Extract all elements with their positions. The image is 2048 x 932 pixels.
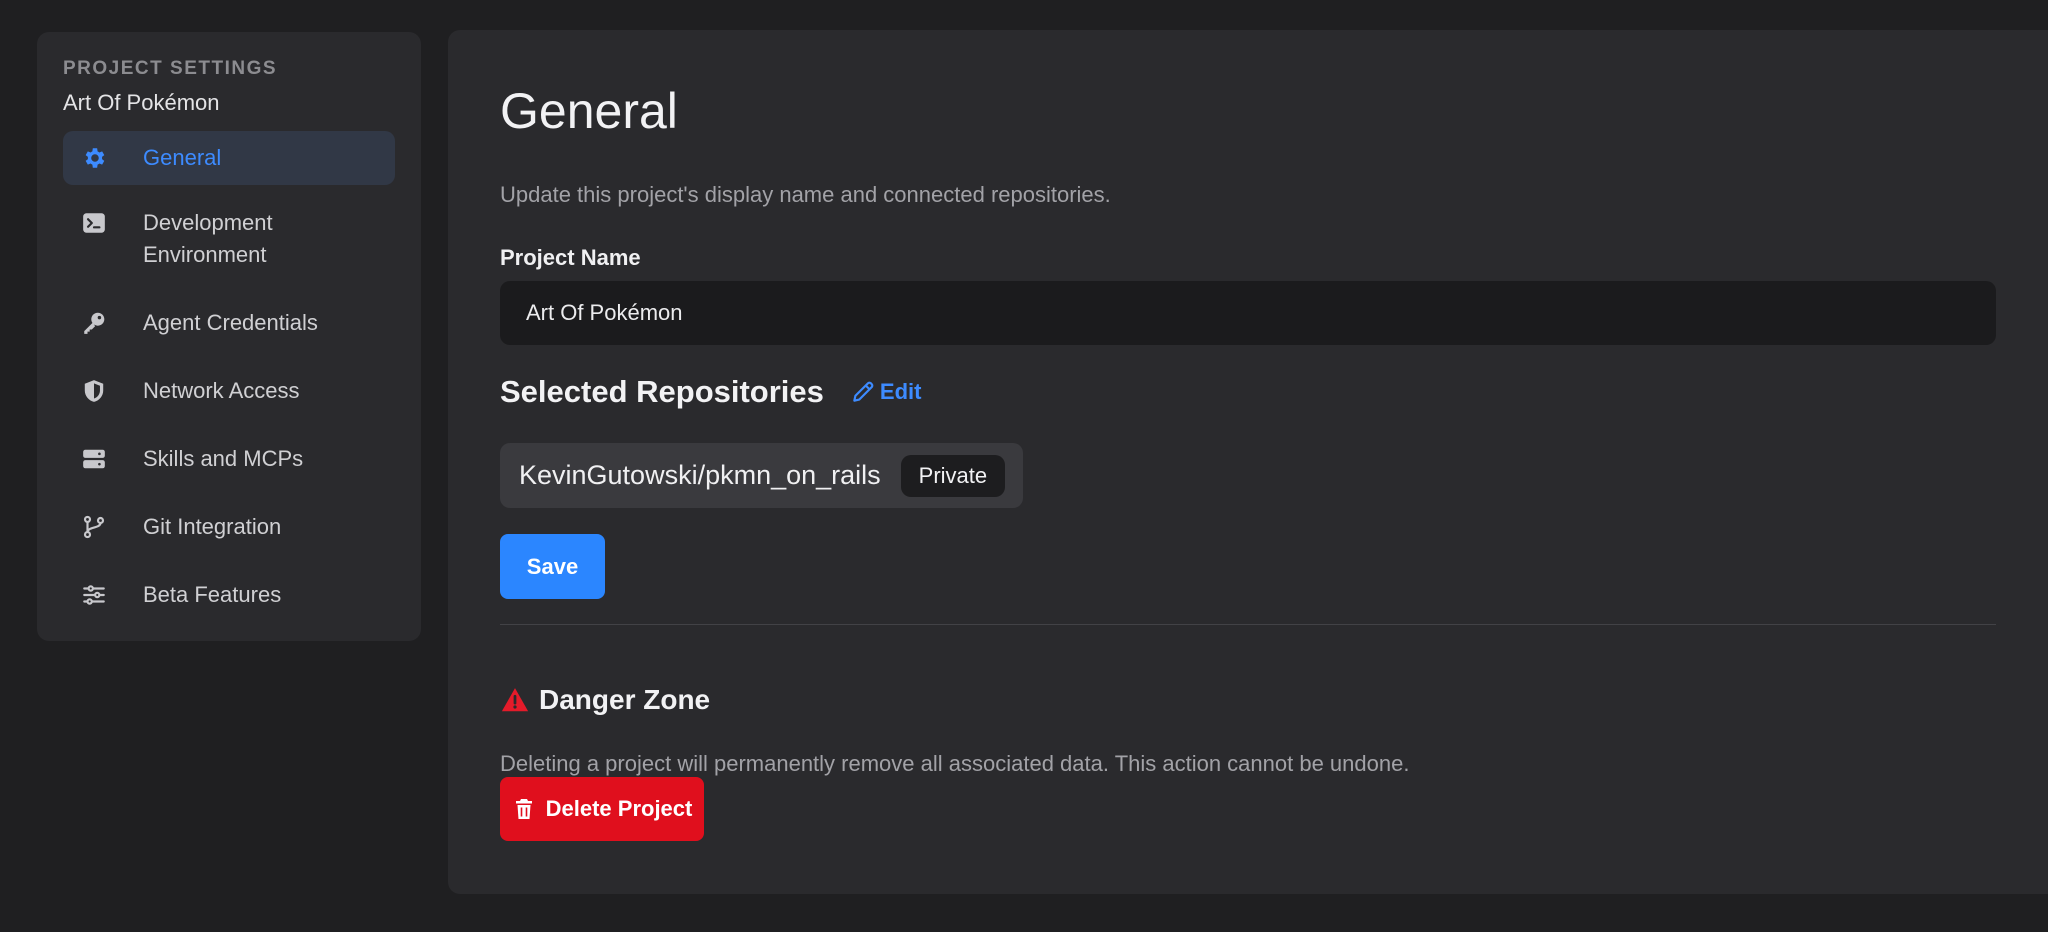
shield-icon	[79, 375, 109, 407]
warning-icon	[501, 688, 529, 712]
git-branch-icon	[79, 511, 109, 543]
danger-zone-header: Danger Zone	[500, 684, 710, 716]
trash-icon	[515, 799, 532, 819]
project-name-input[interactable]	[500, 281, 1996, 345]
sidebar-item-label: Network Access	[143, 378, 300, 403]
repositories-title: Selected Repositories	[500, 374, 824, 409]
sidebar-project-name: Art Of Pokémon	[63, 90, 220, 115]
settings-sidebar: PROJECT SETTINGS Art Of Pokémon General …	[37, 32, 421, 641]
repository-name: KevinGutowski/pkmn_on_rails	[519, 460, 881, 490]
section-divider	[500, 624, 1996, 625]
sidebar-item-development-environment[interactable]: Development Environment	[63, 193, 395, 285]
sidebar-eyebrow: PROJECT SETTINGS	[63, 58, 278, 79]
sidebar-item-label: Git Integration	[143, 514, 282, 539]
danger-zone-description: Deleting a project will permanently remo…	[500, 751, 1410, 776]
settings-nav: General Development Environment Agent Cr…	[63, 131, 395, 625]
repository-chip: KevinGutowski/pkmn_on_rails Private	[500, 443, 1024, 508]
sidebar-item-general[interactable]: General	[63, 131, 395, 185]
pencil-icon	[853, 381, 874, 402]
sidebar-item-label: Development Environment	[143, 210, 273, 267]
sidebar-item-agent-credentials[interactable]: Agent Credentials	[63, 293, 395, 353]
gear-icon	[79, 142, 109, 174]
server-icon	[79, 443, 109, 475]
sidebar-item-network-access[interactable]: Network Access	[63, 361, 395, 421]
page-description: Update this project's display name and c…	[500, 182, 1111, 207]
sidebar-item-skills-and-mcps[interactable]: Skills and MCPs	[63, 429, 395, 489]
danger-zone-title: Danger Zone	[539, 684, 711, 715]
visibility-badge: Private	[900, 454, 1006, 497]
sidebar-item-label: Skills and MCPs	[143, 446, 304, 471]
settings-main-panel: General Update this project's display na…	[448, 30, 2048, 894]
delete-project-label: Delete Project	[545, 796, 693, 821]
page-title: General	[500, 83, 678, 139]
sidebar-item-label: Beta Features	[143, 582, 282, 607]
sidebar-item-git-integration[interactable]: Git Integration	[63, 497, 395, 557]
sliders-icon	[79, 579, 109, 611]
sidebar-item-beta-features[interactable]: Beta Features	[63, 565, 395, 625]
edit-label: Edit	[879, 379, 922, 404]
project-name-label: Project Name	[500, 245, 641, 270]
terminal-icon	[79, 207, 109, 239]
save-button[interactable]: Save	[500, 534, 605, 599]
edit-repositories-button[interactable]: Edit	[850, 379, 922, 405]
delete-project-button[interactable]: Delete Project	[500, 777, 704, 841]
key-icon	[79, 307, 109, 339]
sidebar-item-label: General	[143, 145, 222, 170]
sidebar-item-label: Agent Credentials	[143, 310, 318, 335]
repositories-header: Selected Repositories Edit	[500, 374, 921, 410]
